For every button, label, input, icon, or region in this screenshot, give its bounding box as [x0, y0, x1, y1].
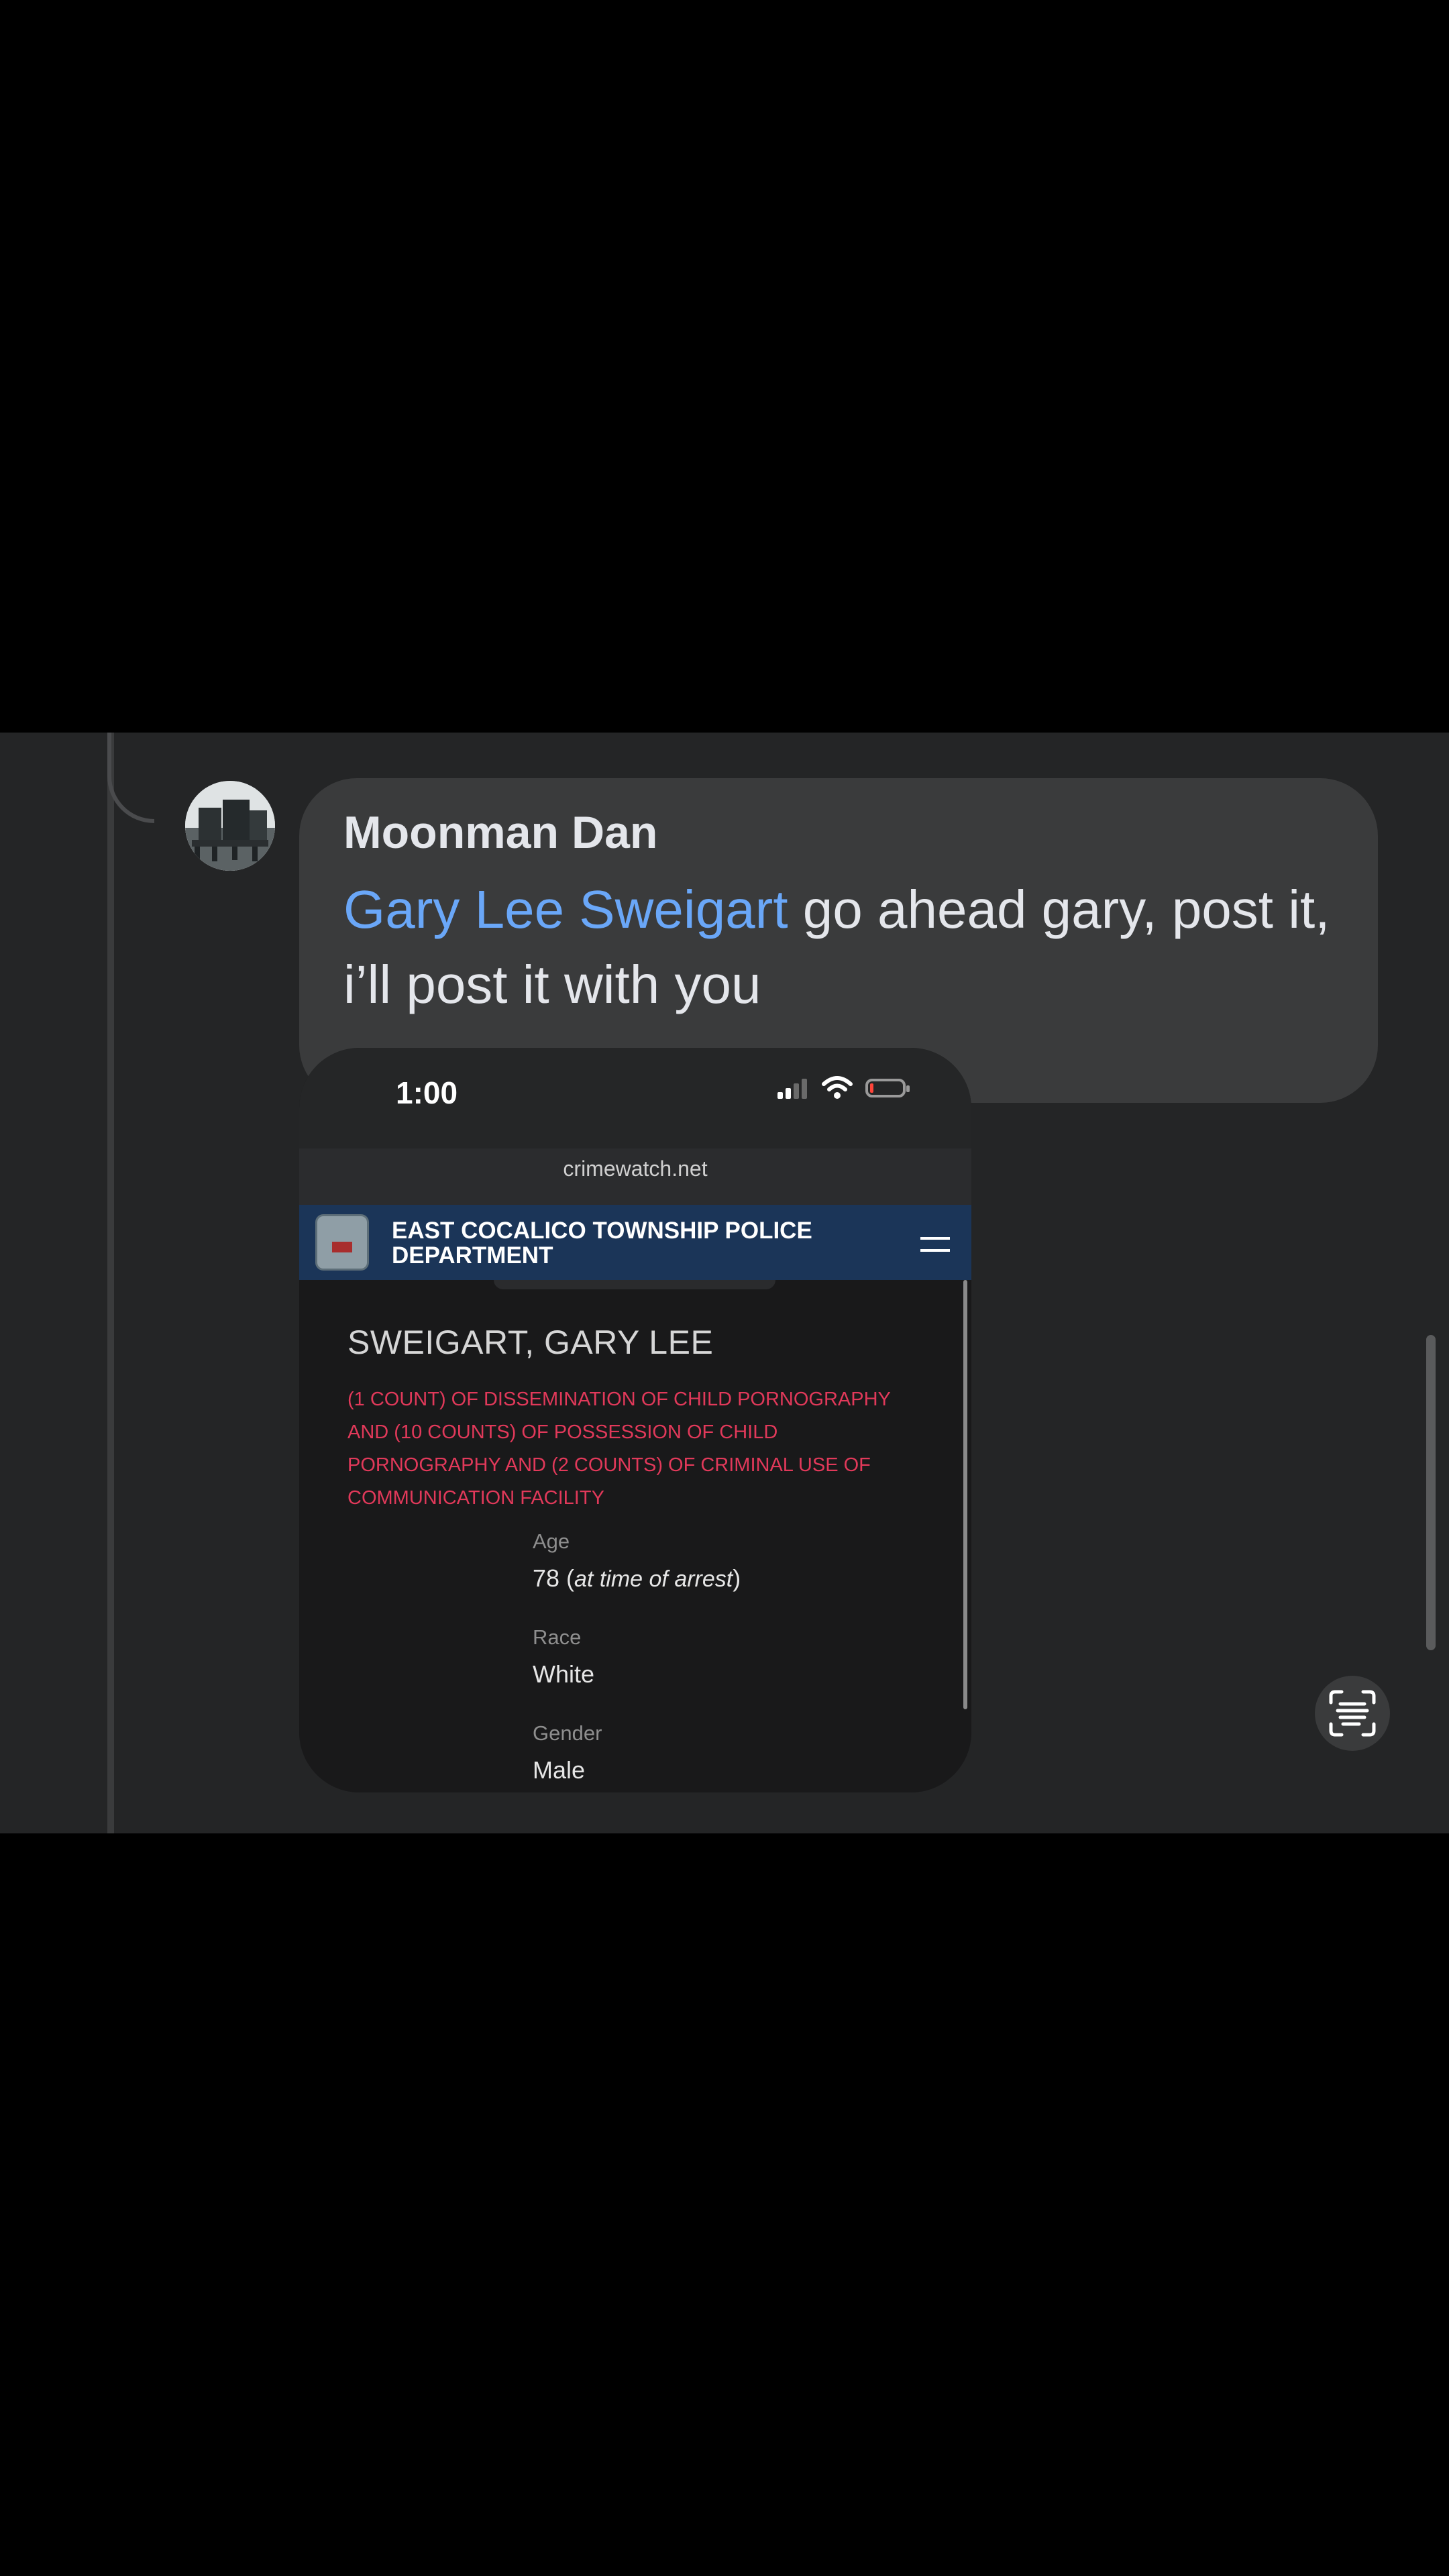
race-value: White [533, 1660, 595, 1688]
phone-status-bar: 1:00 [299, 1048, 971, 1148]
text-scan-icon [1329, 1690, 1376, 1737]
signal-icon [777, 1079, 807, 1099]
browser-url-bar: crimewatch.net [299, 1148, 971, 1205]
police-badge-icon [315, 1214, 369, 1271]
age-value: 78 (at time of arrest) [533, 1564, 741, 1592]
arrestee-name: SWEIGART, GARY LEE [347, 1324, 714, 1361]
department-header: EAST COCALICO TOWNSHIP POLICE DEPARTMENT [299, 1205, 971, 1280]
record-page: SWEIGART, GARY LEE (1 COUNT) OF DISSEMIN… [299, 1280, 971, 1792]
charges-text: (1 COUNT) OF DISSEMINATION OF CHILD PORN… [347, 1389, 891, 1509]
wifi-icon [822, 1076, 853, 1099]
hamburger-menu-icon [920, 1237, 950, 1252]
department-name: EAST COCALICO TOWNSHIP POLICE DEPARTMENT [392, 1218, 812, 1269]
screenshot-attachment[interactable]: 1:00 crimewatch.net EAST COCALICO TOWNSH… [299, 1048, 971, 1792]
age-note: at time of arrest [574, 1566, 733, 1592]
gender-label: Gender [533, 1721, 602, 1745]
age-label: Age [533, 1529, 570, 1553]
gender-value: Male [533, 1756, 586, 1784]
battery-icon [865, 1079, 910, 1097]
comment-text: Gary Lee Sweigart go ahead gary, post it… [343, 872, 1350, 1022]
thread-scrollbar[interactable] [1426, 1335, 1436, 1650]
page-top-edge [494, 1280, 775, 1289]
avatar[interactable] [185, 781, 275, 871]
avatar-image [185, 781, 275, 871]
mention-link[interactable]: Gary Lee Sweigart [343, 879, 788, 939]
page-scrollbar[interactable] [963, 1280, 967, 1709]
thread-connector-line [107, 733, 114, 1833]
thread-reply-curve [107, 733, 154, 823]
text-scan-button[interactable] [1315, 1676, 1390, 1751]
url-text: crimewatch.net [563, 1157, 708, 1181]
comment-thread: Moonman Dan Gary Lee Sweigart go ahead g… [0, 733, 1449, 1833]
comment-author[interactable]: Moonman Dan [343, 806, 657, 859]
status-time: 1:00 [396, 1075, 458, 1110]
age-number: 78 [533, 1564, 560, 1592]
race-label: Race [533, 1625, 582, 1649]
